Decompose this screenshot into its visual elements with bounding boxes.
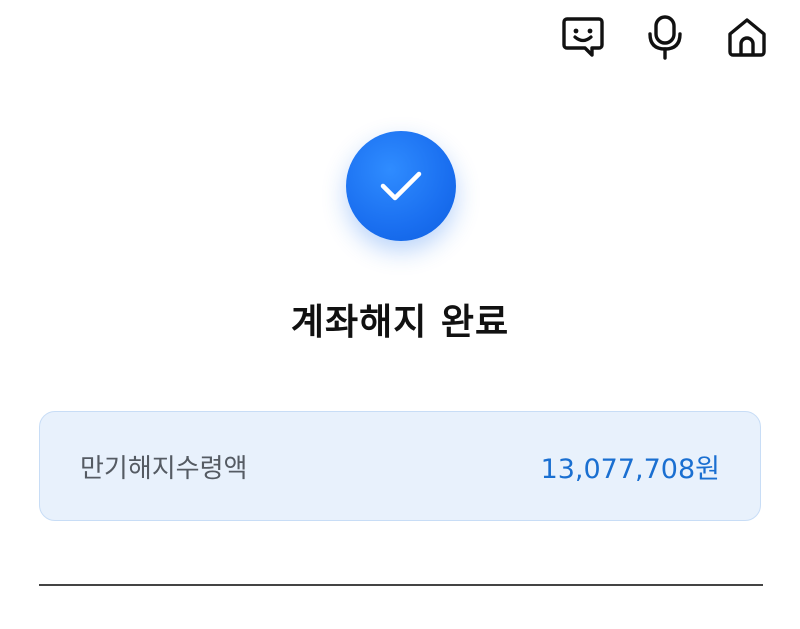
microphone-icon: [648, 15, 682, 60]
voice-button[interactable]: [642, 14, 688, 60]
page-title: 계좌해지 완료: [290, 302, 510, 343]
amount-label: 만기해지수령액: [80, 453, 248, 484]
home-icon: [728, 18, 766, 57]
chatbot-icon: [562, 17, 604, 57]
home-button[interactable]: [724, 14, 770, 60]
top-icon-bar: [560, 14, 770, 60]
account-termination-complete-screen: 계좌해지 완료 만기해지수령액 13,077,708원: [0, 0, 800, 629]
amount-value: 13,077,708원: [540, 453, 720, 485]
section-divider: [39, 584, 763, 586]
maturity-amount-card: 만기해지수령액 13,077,708원: [39, 411, 761, 521]
checkmark-icon: [380, 171, 422, 201]
chatbot-button[interactable]: [560, 14, 606, 60]
success-badge: [346, 131, 456, 241]
